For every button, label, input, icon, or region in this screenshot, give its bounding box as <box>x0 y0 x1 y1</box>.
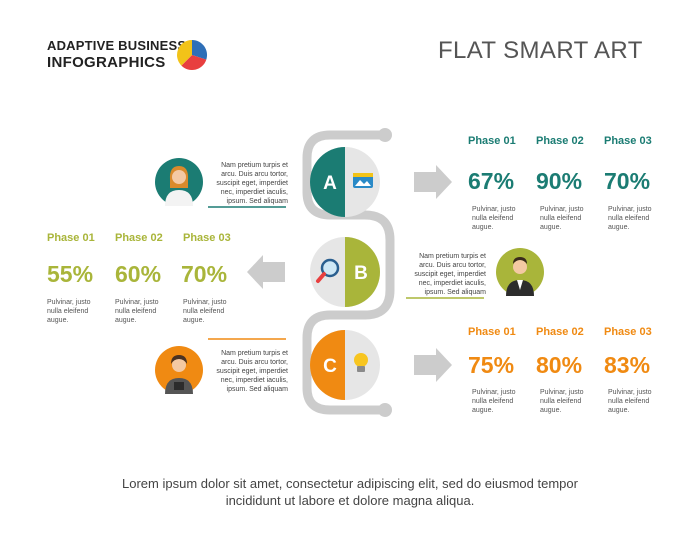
phase-note-c1: Pulvinar, justo nulla eleifend augue. <box>472 389 516 414</box>
phase-value-b2: 60% <box>115 261 162 287</box>
phase-value-b3: 70% <box>181 261 228 287</box>
phase-label-a1: Phase 01 <box>468 135 516 147</box>
phase-label-b1: Phase 01 <box>47 232 95 244</box>
phase-value-a2: 90% <box>536 168 583 194</box>
description-c: Nam pretium turpis et arcu. Duis arcu to… <box>216 350 288 393</box>
connector-end-bottom <box>378 403 392 417</box>
phase-note-c2: Pulvinar, justo nulla eleifend augue. <box>540 389 584 414</box>
image-icon <box>353 173 373 188</box>
letter-c: C <box>323 356 337 377</box>
arrow-right-c <box>414 348 452 382</box>
process-diagram: A B C <box>208 128 484 417</box>
letter-a: A <box>323 173 337 194</box>
connector-end-top <box>378 128 392 142</box>
description-b: Nam pretium turpis et arcu. Duis arcu to… <box>414 253 486 296</box>
phase-label-b2: Phase 02 <box>115 232 163 244</box>
footer-text: Lorem ipsum dolor sit amet, consectetur … <box>0 475 700 509</box>
phase-value-c2: 80% <box>536 352 583 378</box>
letter-b: B <box>354 263 368 284</box>
phase-value-a3: 70% <box>604 168 651 194</box>
phase-value-b1: 55% <box>47 261 94 287</box>
description-a: Nam pretium turpis et arcu. Duis arcu to… <box>216 162 288 205</box>
phase-label-a3: Phase 03 <box>604 135 652 147</box>
avatar-woman-tablet-icon <box>155 346 203 394</box>
phase-label-c2: Phase 02 <box>536 326 584 338</box>
phase-label-b3: Phase 03 <box>183 232 231 244</box>
phase-note-c3: Pulvinar, justo nulla eleifend augue. <box>608 389 652 414</box>
phase-value-c3: 83% <box>604 352 651 378</box>
arrow-left-b <box>247 255 285 289</box>
phase-note-a2: Pulvinar, justo nulla eleifend augue. <box>540 206 584 231</box>
circle-b: B <box>310 237 380 307</box>
phase-label-c1: Phase 01 <box>468 326 516 338</box>
phase-note-b1: Pulvinar, justo nulla eleifend augue. <box>47 299 91 324</box>
phase-note-a1: Pulvinar, justo nulla eleifend augue. <box>472 206 516 231</box>
phase-value-c1: 75% <box>468 352 515 378</box>
phase-label-c3: Phase 03 <box>604 326 652 338</box>
phase-note-b3: Pulvinar, justo nulla eleifend augue. <box>183 299 227 324</box>
phase-note-b2: Pulvinar, justo nulla eleifend augue. <box>115 299 159 324</box>
arrow-right-a <box>414 165 452 199</box>
footer-line1: Lorem ipsum dolor sit amet, consectetur … <box>122 476 578 491</box>
avatar-woman-icon <box>155 158 203 206</box>
phase-note-a3: Pulvinar, justo nulla eleifend augue. <box>608 206 652 231</box>
phase-value-a1: 67% <box>468 168 515 194</box>
phase-label-a2: Phase 02 <box>536 135 584 147</box>
avatar-man-icon <box>496 248 544 296</box>
circle-c: C <box>310 330 380 400</box>
footer-line2: incididunt ut labore et dolore magna ali… <box>225 493 475 508</box>
